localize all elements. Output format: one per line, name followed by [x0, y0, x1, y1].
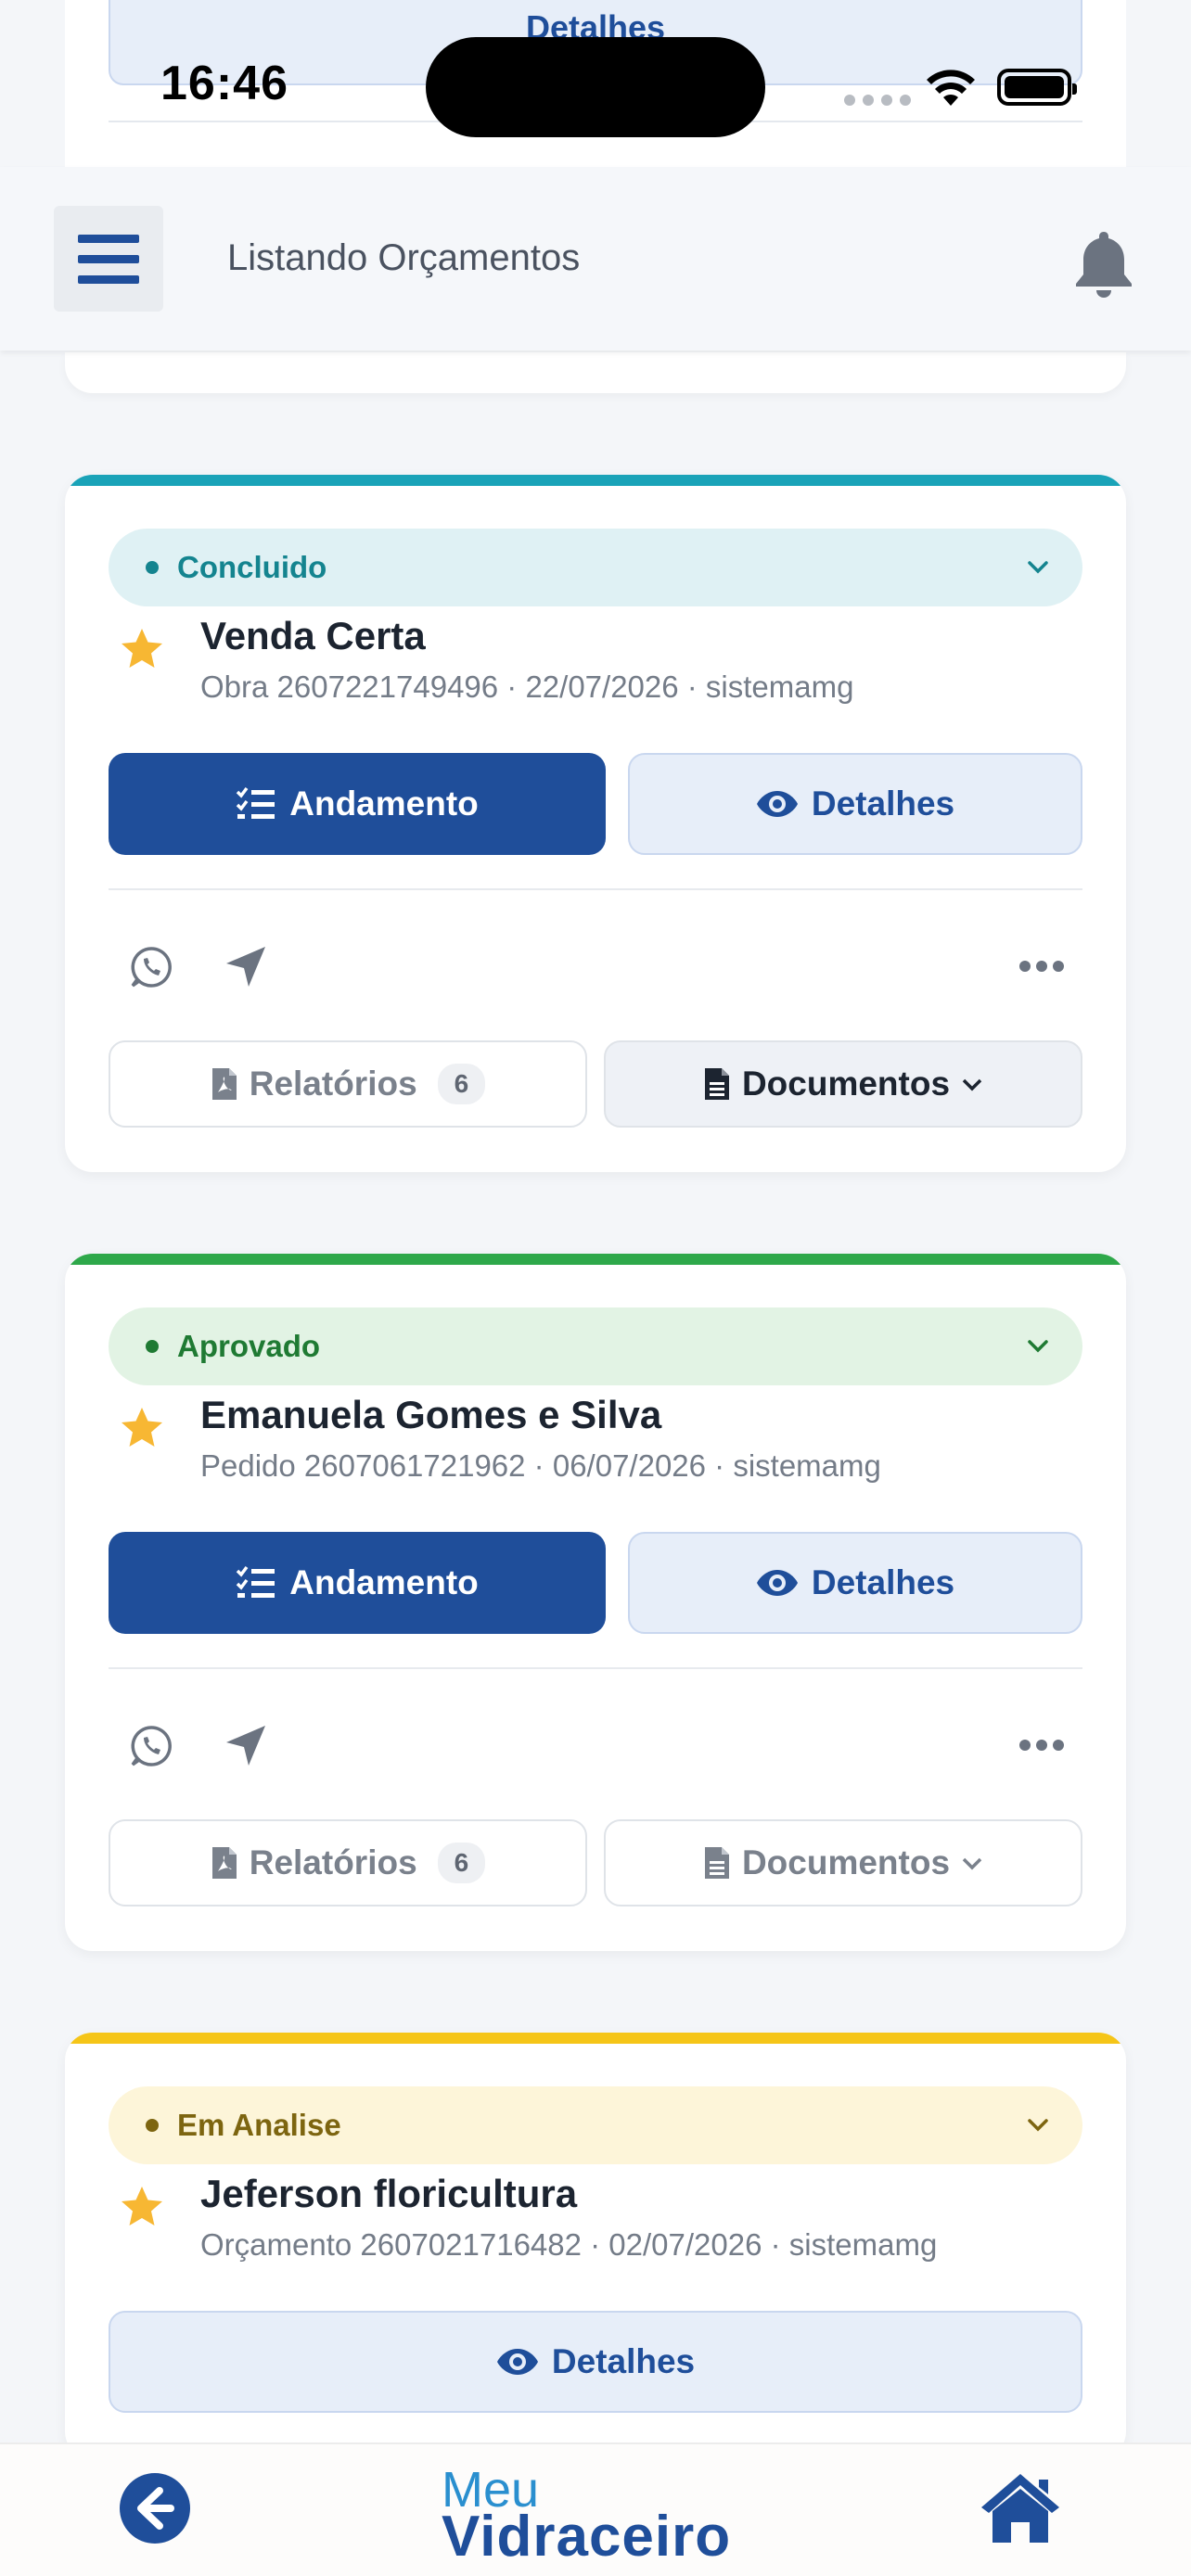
chevron-down-icon — [1028, 2119, 1048, 2132]
location-arrow-icon[interactable] — [223, 944, 269, 990]
chevron-down-icon — [962, 1078, 982, 1091]
more-options-icon[interactable] — [1018, 1736, 1065, 1754]
app-logo: Meu Vidraceiro — [438, 2461, 753, 2569]
bell-icon[interactable] — [1072, 228, 1135, 299]
progress-button[interactable]: Andamento — [109, 753, 606, 855]
status-bar: 16:46 — [0, 0, 1191, 167]
budget-card: Aprovado Emanuela Gomes e Silva Pedido 2… — [65, 1254, 1126, 1951]
documents-label: Documentos — [741, 1065, 951, 1103]
status-label: Aprovado — [177, 1329, 321, 1363]
star-icon[interactable] — [119, 627, 165, 671]
client-name: Jeferson floricultura — [200, 2172, 578, 2215]
status-dot — [146, 561, 159, 574]
reports-label: Relatórios — [249, 1843, 417, 1881]
eye-icon — [756, 791, 798, 817]
back-arrow-icon[interactable] — [119, 2472, 191, 2544]
client-name: Venda Certa — [200, 614, 426, 657]
reports-button[interactable]: Relatórios 6 — [109, 1819, 587, 1906]
status-selector[interactable]: Em Analise — [109, 2086, 1082, 2164]
progress-button[interactable]: Andamento — [109, 1532, 606, 1634]
app-header: Listando Orçamentos — [0, 167, 1191, 351]
task-list-icon — [237, 786, 275, 819]
status-label: Em Analise — [177, 2108, 341, 2142]
battery-icon — [997, 69, 1077, 106]
reports-count-badge: 6 — [437, 1843, 486, 1883]
details-button-label: Detalhes — [811, 784, 955, 823]
budget-meta: Orçamento 2607021716482 · 02/07/2026 · s… — [200, 2227, 938, 2262]
logo-line-2: Vidraceiro — [442, 2505, 732, 2569]
budget-card: Concluido Venda Certa Obra 2607221749496… — [65, 475, 1126, 1172]
status-selector[interactable]: Aprovado — [109, 1307, 1082, 1385]
cellular-signal-icon — [844, 95, 911, 106]
status-dot — [146, 1340, 159, 1353]
card-accent-bar — [65, 1254, 1126, 1265]
document-icon — [704, 1068, 729, 1100]
whatsapp-icon[interactable] — [130, 1725, 173, 1767]
eye-icon — [756, 1570, 798, 1596]
pdf-file-icon — [211, 1847, 237, 1879]
more-options-icon[interactable] — [1018, 957, 1065, 976]
details-button[interactable]: Detalhes — [628, 753, 1082, 855]
status-label: Concluido — [177, 550, 327, 584]
chevron-down-icon — [1028, 561, 1048, 574]
page-title: Listando Orçamentos — [227, 237, 581, 278]
budget-meta: Obra 2607221749496 · 22/07/2026 · sistem… — [200, 670, 854, 704]
status-dot — [146, 2119, 159, 2132]
dynamic-island — [426, 37, 765, 137]
card-accent-bar — [65, 2033, 1126, 2044]
chevron-down-icon — [962, 1857, 982, 1870]
budget-meta: Pedido 2607061721962 · 06/07/2026 · sist… — [200, 1448, 881, 1483]
details-button-label: Detalhes — [551, 2342, 696, 2380]
hamburger-menu-button[interactable] — [54, 206, 163, 312]
home-icon[interactable] — [978, 2470, 1063, 2544]
location-arrow-icon[interactable] — [223, 1723, 269, 1769]
bottom-navigation: Meu Vidraceiro — [0, 2442, 1191, 2576]
task-list-icon — [237, 1565, 275, 1598]
documents-dropdown[interactable]: Documentos — [604, 1040, 1082, 1128]
budget-card: Em Analise Jeferson floricultura Orçamen… — [65, 2033, 1126, 2459]
progress-button-label: Andamento — [289, 1563, 479, 1601]
status-time: 16:46 — [160, 57, 288, 110]
wifi-icon — [927, 70, 975, 106]
card-divider — [109, 1667, 1082, 1669]
card-accent-bar — [65, 475, 1126, 486]
whatsapp-icon[interactable] — [130, 946, 173, 988]
details-button[interactable]: Detalhes — [628, 1532, 1082, 1634]
card-divider — [109, 888, 1082, 890]
previous-card-bottom — [65, 352, 1126, 393]
reports-button[interactable]: Relatórios 6 — [109, 1040, 587, 1128]
pdf-file-icon — [211, 1068, 237, 1100]
document-icon — [704, 1847, 729, 1879]
details-button-label: Detalhes — [811, 1563, 955, 1601]
details-button[interactable]: Detalhes — [109, 2311, 1082, 2413]
client-name: Emanuela Gomes e Silva — [200, 1393, 662, 1436]
progress-button-label: Andamento — [289, 784, 479, 823]
documents-label: Documentos — [741, 1843, 951, 1881]
documents-dropdown[interactable]: Documentos — [604, 1819, 1082, 1906]
reports-count-badge: 6 — [437, 1064, 486, 1104]
status-selector[interactable]: Concluido — [109, 529, 1082, 606]
reports-label: Relatórios — [249, 1065, 417, 1103]
star-icon[interactable] — [119, 2185, 165, 2229]
chevron-down-icon — [1028, 1340, 1048, 1353]
star-icon[interactable] — [119, 1406, 165, 1450]
eye-icon — [496, 2349, 538, 2375]
